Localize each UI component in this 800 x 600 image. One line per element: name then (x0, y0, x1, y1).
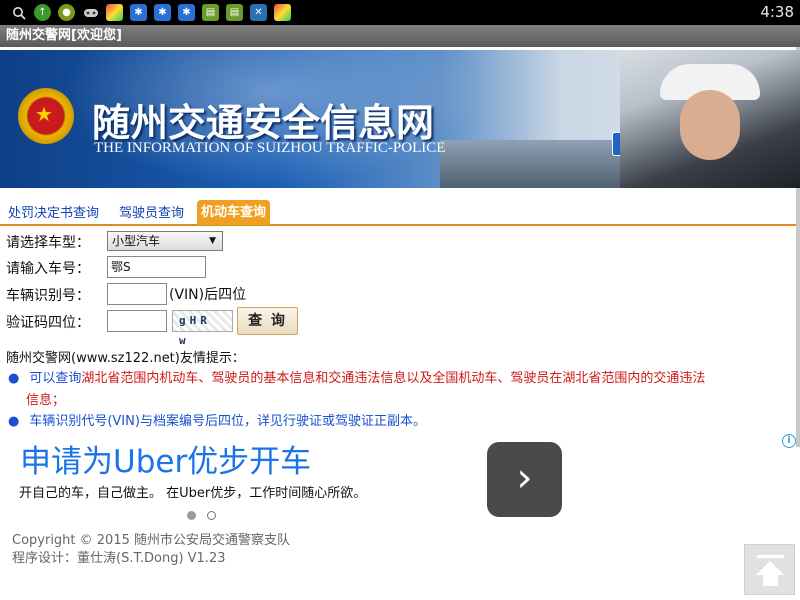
tips-title: 随州交警网(www.sz122.net)友情提示： (6, 351, 245, 366)
up-arrow-icon (756, 561, 784, 575)
plate-label: 请输入车号： (6, 261, 90, 277)
bullet-icon: ● (8, 414, 20, 429)
market-icon: ▤ (202, 4, 219, 21)
app-icon: ● (58, 4, 75, 21)
market-icon: ▤ (226, 4, 243, 21)
vehicle-type-value: 小型汽车 (112, 234, 161, 248)
vehicle-type-select[interactable]: 小型汽车 ▼ (107, 231, 223, 251)
traffic-officer-image (620, 50, 800, 188)
tab-vehicle-query[interactable]: 机动车查询 (197, 200, 271, 225)
emblem-star-icon: ★ (35, 102, 53, 126)
captcha-image[interactable]: gHR w (172, 310, 233, 347)
banner-traffic-image (440, 140, 640, 188)
gamepad-icon (82, 4, 99, 21)
chevron-down-icon: ▼ (209, 236, 216, 246)
browser-icon (106, 4, 123, 21)
vehicle-type-label: 请选择车型： (6, 235, 90, 251)
browser-icon (274, 4, 291, 21)
bullet-icon: ● (8, 371, 20, 386)
tip1-text: 湖北省范围内机动车、驾驶员的基本信息和交通违法信息以及全国机动车、驾驶员在湖北省… (81, 371, 706, 386)
paw-icon: ✱ (154, 4, 171, 21)
ad-info-icon[interactable]: i (782, 434, 796, 448)
captcha-input[interactable] (107, 310, 167, 332)
vin-label: 车辆识别号： (6, 288, 90, 304)
footer-copyright: Copyright © 2015 随州市公安局交通警察支队 (12, 533, 291, 548)
query-button[interactable]: 查 询 (237, 307, 298, 335)
status-bar: ↑ ● ✱ ✱ ✱ ▤ ▤ ✕ 4:38 (0, 0, 800, 25)
tab-driver-query[interactable]: 驾驶员查询 (119, 203, 184, 225)
captcha-label: 验证码四位： (6, 315, 90, 331)
paw-icon: ✱ (130, 4, 147, 21)
tip-item: ● 车辆识别代号(VIN)与档案编号后四位，详见行驶证或驾驶证正副本。 (8, 411, 426, 432)
site-subtitle: THE INFORMATION OF SUIZHOU TRAFFIC-POLIC… (94, 140, 446, 156)
up-arrow-stem (763, 575, 778, 586)
ad-next-arrow-icon[interactable]: › (487, 442, 562, 517)
update-icon: ↑ (34, 4, 51, 21)
query-tabs: 处罚决定书查询 驾驶员查询 机动车查询 (0, 195, 796, 226)
tip2-text: 车辆识别代号(VIN)与档案编号后四位，详见行驶证或驾驶证正副本。 (29, 414, 426, 429)
tip-item: ● 可以查询湖北省范围内机动车、驾驶员的基本信息和交通违法信息以及全国机动车、驾驶… (8, 368, 768, 389)
site-title: 随州交通安全信息网 (92, 101, 435, 145)
clock: 4:38 (760, 3, 794, 21)
ad-headline[interactable]: 申请为Uber优步开车 (20, 436, 311, 481)
footer-designer: 程序设计：董仕涛(S.T.Dong) V1.23 (12, 551, 226, 566)
window-title: 随州交警网[欢迎您] (0, 25, 800, 47)
vin-hint: (VIN)后四位 (169, 287, 247, 303)
carousel-dot-active[interactable] (187, 511, 196, 520)
tip1-continuation: 信息； (26, 393, 66, 408)
search-icon (10, 4, 27, 21)
back-to-top-button[interactable] (744, 544, 795, 595)
carousel-dot[interactable] (207, 511, 216, 520)
back-to-top-icon (757, 555, 784, 558)
vin-input[interactable] (107, 283, 167, 305)
plate-input[interactable]: 鄂S (107, 256, 206, 278)
officer-face (680, 90, 740, 160)
tab-penalty-decision[interactable]: 处罚决定书查询 (8, 203, 99, 225)
paw-icon: ✱ (178, 4, 195, 21)
tools-icon: ✕ (250, 4, 267, 21)
tip1-lead: 可以查询 (29, 371, 82, 386)
ad-body[interactable]: 开自己的车，自己做主。 在Uber优步，工作时间随心所欲。 (19, 482, 366, 501)
